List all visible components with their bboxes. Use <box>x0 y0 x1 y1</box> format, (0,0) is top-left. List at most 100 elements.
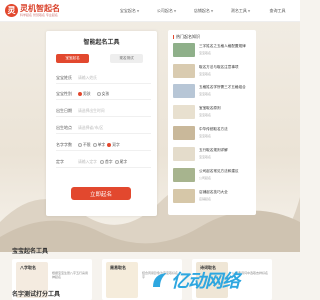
hot-panel-title-text: 热门起名知识 <box>176 34 200 39</box>
submit-naming-button[interactable]: 立即起名 <box>71 187 131 200</box>
naming-form-card: 智能起名工具 宝宝起名 现名测试 宝宝姓氏 请输入姓氏 宝宝性别 男孩 女孩 出… <box>46 31 157 216</box>
birthday-input[interactable]: 请选择出生时间 <box>78 108 105 114</box>
fixed-first-radio[interactable]: 首字 <box>99 159 113 165</box>
nav-item-company-naming[interactable]: 公司起名 ▼ <box>148 0 185 22</box>
nav-item-baby-naming[interactable]: 宝宝起名 ▼ <box>111 0 148 22</box>
nav-item-name-test[interactable]: 测名工具 ▼ <box>222 0 259 22</box>
radio-unchecked-icon <box>78 143 82 147</box>
hot-article-item[interactable]: 五行取名规则详解 宝宝取名 <box>173 146 253 163</box>
nav-label: 测名工具 <box>230 8 247 13</box>
article-category: 宝宝取名 <box>199 51 212 55</box>
hot-article-item[interactable]: 店铺起名技巧大全 店铺起名 <box>173 188 253 205</box>
nav-label: 店铺起名 <box>193 8 210 13</box>
tools-section-title: 宝宝起名工具 <box>12 248 49 255</box>
fixed-char-input[interactable]: 请输入定字 <box>78 159 97 165</box>
radio-checked-icon <box>78 92 82 96</box>
birthplace-row: 出生地点 请选择省/市/区 <box>56 123 151 134</box>
radio-label: 尾字 <box>119 159 128 164</box>
birthday-label: 出生日期 <box>56 108 72 113</box>
tab-baby-naming[interactable]: 宝宝起名 <box>56 54 89 63</box>
article-category: 宝宝取名 <box>199 155 212 159</box>
gender-label: 宝宝性别 <box>56 91 72 96</box>
radio-label: 单字 <box>97 142 106 147</box>
article-title: 取名方法与取名注意事项 <box>199 65 239 69</box>
fixed-char-label: 定字 <box>56 159 64 164</box>
logo-subtitle: 科学起名 智慧取名 专业起名 <box>20 13 58 17</box>
article-thumbnail <box>173 64 195 78</box>
chevron-down-icon: ▼ <box>136 9 140 13</box>
fixed-char-row: 定字 请输入定字 首字 尾字 <box>56 157 151 168</box>
radio-label: 首字 <box>104 159 113 164</box>
surname-label: 宝宝姓氏 <box>56 75 72 80</box>
article-thumbnail <box>173 126 195 140</box>
article-category: 公司起名 <box>199 176 212 180</box>
namelen-double-radio[interactable]: 双字 <box>107 142 120 148</box>
gender-boy-radio[interactable]: 男孩 <box>78 91 91 97</box>
main-nav: 宝宝起名 ▼ 公司起名 ▼ 店铺起名 ▼ 测名工具 ▼ 查询工具 <box>111 0 296 22</box>
article-thumbnail <box>173 189 195 203</box>
article-category: 宝宝取名 <box>199 113 212 117</box>
surname-row: 宝宝姓氏 请输入姓氏 <box>56 73 151 84</box>
chevron-down-icon: ▼ <box>247 9 251 13</box>
form-title: 智能起名工具 <box>83 39 120 46</box>
nav-item-query-tools[interactable]: 查询工具 <box>259 0 296 22</box>
article-thumbnail <box>173 43 195 57</box>
hot-article-item[interactable]: 宝宝取名原则 宝宝取名 <box>173 104 253 121</box>
radio-label: 女孩 <box>101 91 110 96</box>
radio-unchecked-icon <box>99 160 104 164</box>
radio-label: 不限 <box>83 142 91 147</box>
article-category: 宝宝取名 <box>199 134 212 138</box>
tool-description: 根据宝宝生辰八字五行喜用神起名 <box>52 271 89 279</box>
gender-row: 宝宝性别 男孩 女孩 <box>56 89 151 100</box>
radio-unchecked-icon <box>92 143 97 147</box>
surname-input[interactable]: 请输入姓氏 <box>78 75 97 81</box>
hot-article-item[interactable]: 三字姓名之五格人格配置规律 宝宝取名 <box>173 42 253 59</box>
top-header: 灵 灵机智起名 科学起名 智慧取名 专业起名 宝宝起名 ▼ 公司起名 ▼ 店铺起名 ▼… <box>0 0 300 22</box>
article-thumbnail <box>173 105 195 119</box>
birthplace-select[interactable]: 请选择省/市/区 <box>78 125 103 131</box>
article-title: 三字姓名之五格人格配置规律 <box>199 44 246 48</box>
article-thumbnail <box>173 84 195 98</box>
brand-watermark: 亿动网络 <box>150 265 300 295</box>
hot-knowledge-panel: 热门起名知识 三字姓名之五格人格配置规律 宝宝取名 取名方法与取名注意事项 宝宝… <box>168 30 256 215</box>
radio-checked-icon <box>107 143 112 147</box>
bottom-section-title: 名字测试打分工具 <box>12 291 61 298</box>
article-thumbnail <box>173 168 195 182</box>
hot-article-item[interactable]: 公司起名常见方法和建议 公司起名 <box>173 167 253 184</box>
site-logo[interactable]: 灵 灵机智起名 科学起名 智慧取名 专业起名 <box>5 3 65 19</box>
gender-girl-radio[interactable]: 女孩 <box>96 91 110 97</box>
article-thumbnail <box>173 147 195 161</box>
name-length-row: 名字字数 不限 单字 双字 <box>56 140 151 151</box>
radio-label: 双字 <box>112 142 120 147</box>
namelen-single-radio[interactable]: 单字 <box>92 142 106 148</box>
tab-name-test[interactable]: 现名测试 <box>110 54 143 63</box>
article-title: 五行取名规则详解 <box>199 148 228 152</box>
nav-label: 公司起名 <box>156 8 173 13</box>
article-category: 宝宝取名 <box>199 72 212 76</box>
radio-unchecked-icon <box>114 160 119 164</box>
chevron-down-icon: ▼ <box>210 9 214 13</box>
tool-name: 八字取名 <box>20 265 36 270</box>
article-category: 店铺起名 <box>199 197 212 201</box>
radio-unchecked-icon <box>96 92 101 96</box>
title-accent-bar <box>173 35 174 39</box>
chevron-down-icon: ▼ <box>173 9 177 13</box>
article-title: 宝宝取名原则 <box>199 106 221 110</box>
hot-article-item[interactable]: 取名方法与取名注意事项 宝宝取名 <box>173 63 253 80</box>
namelen-any-radio[interactable]: 不限 <box>78 142 91 148</box>
hot-article-item[interactable]: 中华传统取名方法 宝宝取名 <box>173 125 253 142</box>
article-title: 五格姓名学所需三才五格组合 <box>199 85 246 89</box>
nav-label: 查询工具 <box>269 8 286 13</box>
hot-panel-title: 热门起名知识 <box>173 34 200 40</box>
radio-label: 男孩 <box>83 91 91 96</box>
watermark-logo-icon <box>153 273 167 287</box>
watermark-text: 亿动网络 <box>171 271 240 292</box>
birthday-row: 出生日期 请选择出生时间 <box>56 106 151 117</box>
fixed-last-radio[interactable]: 尾字 <box>114 159 128 165</box>
nav-label: 宝宝起名 <box>119 8 136 13</box>
article-title: 中华传统取名方法 <box>199 127 228 131</box>
logo-mark: 灵 <box>5 4 18 17</box>
nav-item-shop-naming[interactable]: 店铺起名 ▼ <box>185 0 222 22</box>
hot-article-item[interactable]: 五格姓名学所需三才五格组合 宝宝取名 <box>173 83 253 100</box>
article-title: 店铺起名技巧大全 <box>199 190 228 194</box>
